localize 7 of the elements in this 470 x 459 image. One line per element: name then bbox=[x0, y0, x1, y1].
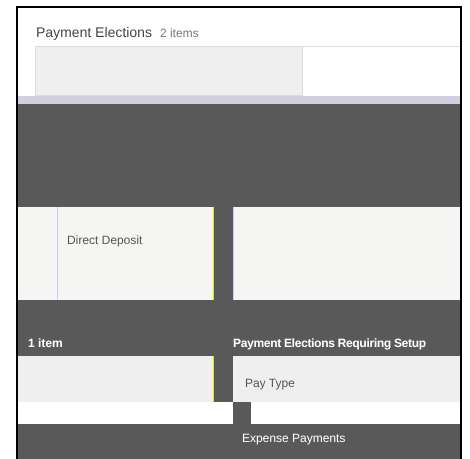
column-header: Pay Type bbox=[245, 375, 295, 392]
item-count: 1 item bbox=[27, 335, 64, 352]
table-cell-text: Direct Deposit bbox=[66, 232, 142, 249]
item-count: 2 items bbox=[160, 25, 199, 42]
section-title: Payment Elections Requiring Setup bbox=[233, 335, 426, 352]
section-title: Payment Elections bbox=[36, 23, 152, 42]
table-cell: Expense Payments bbox=[242, 431, 346, 445]
